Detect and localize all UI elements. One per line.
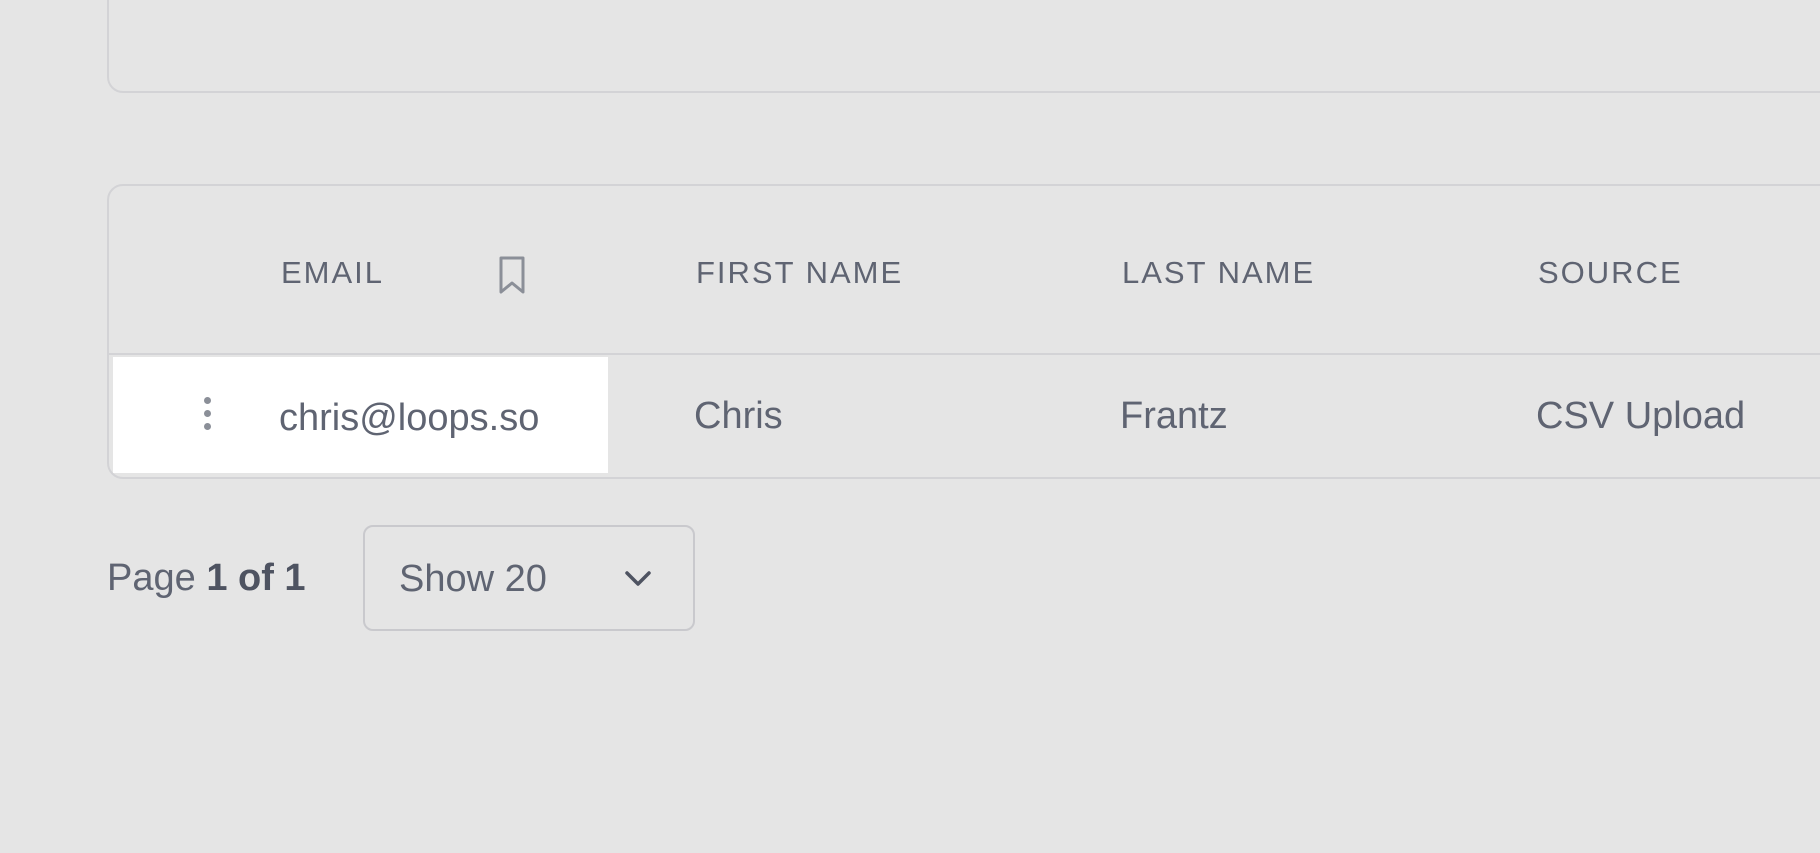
column-header-source[interactable]: SOURCE [1538, 253, 1683, 293]
cell-source: CSV Upload [1536, 395, 1746, 437]
cell-email[interactable]: chris@loops.so [279, 396, 539, 440]
page-status: 1 of 1 [206, 557, 306, 599]
contacts-table: EMAIL FIRST NAME LAST NAME SOURCE chris@… [107, 184, 1820, 479]
column-header-last-name[interactable]: LAST NAME [1122, 253, 1315, 293]
column-header-first-name[interactable]: FIRST NAME [696, 253, 903, 293]
cell-first-name: Chris [694, 395, 783, 437]
cell-last-name: Frantz [1120, 395, 1228, 437]
bookmark-icon[interactable] [495, 254, 529, 296]
top-panel [107, 0, 1820, 93]
page-size-label: Show 20 [399, 558, 547, 600]
pagination-status: Page 1 of 1 [107, 556, 306, 600]
column-header-email[interactable]: EMAIL [281, 253, 384, 293]
chevron-down-icon [625, 571, 651, 586]
vertical-dots-icon[interactable] [199, 397, 215, 435]
table-row[interactable]: chris@loops.so Chris Frantz CSV Upload [109, 355, 1820, 477]
page-size-select[interactable]: Show 20 [363, 525, 695, 631]
sticky-email-cell: chris@loops.so [113, 357, 608, 473]
page-prefix: Page [107, 557, 196, 599]
table-header: EMAIL FIRST NAME LAST NAME SOURCE [109, 186, 1820, 355]
